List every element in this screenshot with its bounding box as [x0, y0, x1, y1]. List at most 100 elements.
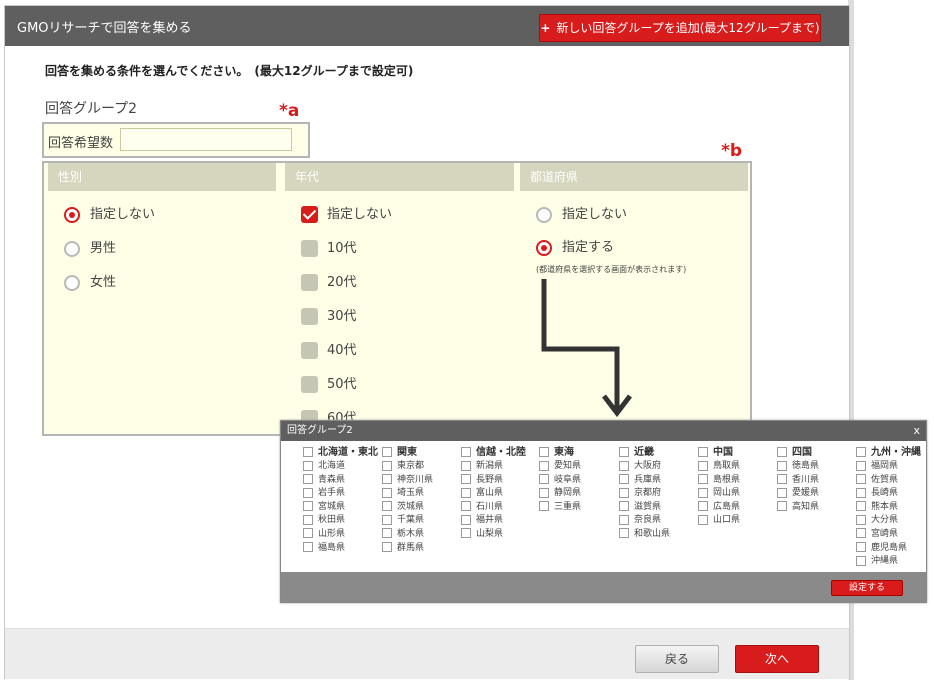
- region-header-checkbox[interactable]: 近畿: [619, 446, 670, 460]
- checkbox-icon: [698, 487, 708, 498]
- checkbox-icon: [303, 542, 313, 553]
- checkbox-icon: [303, 474, 313, 485]
- prefecture-checkbox[interactable]: 徳島県: [777, 460, 819, 474]
- prefecture-checkbox[interactable]: 佐賀県: [856, 474, 921, 488]
- prefecture-checkbox[interactable]: 茨城県: [382, 501, 433, 515]
- prefecture-checkbox[interactable]: 広島県: [698, 501, 740, 515]
- prefecture-checkbox[interactable]: 大分県: [856, 514, 921, 528]
- region-header-checkbox[interactable]: 関東: [382, 446, 433, 460]
- region-header-checkbox[interactable]: 九州・沖縄: [856, 446, 921, 460]
- checkbox-icon: [382, 528, 392, 539]
- checkbox-icon: [539, 447, 549, 457]
- checkbox-icon: [382, 474, 392, 485]
- prefecture-checkbox[interactable]: 東京都: [382, 460, 433, 474]
- checkbox-icon: [539, 487, 549, 498]
- prefecture-checkbox[interactable]: 埼玉県: [382, 487, 433, 501]
- prefecture-checkbox[interactable]: 岡山県: [698, 487, 740, 501]
- prefecture-checkbox[interactable]: 青森県: [303, 474, 378, 488]
- prefecture-checkbox[interactable]: 鳥取県: [698, 460, 740, 474]
- prefecture-checkbox[interactable]: 山形県: [303, 528, 378, 542]
- prefecture-checkbox[interactable]: 熊本県: [856, 501, 921, 515]
- checkbox-icon: [777, 460, 787, 471]
- prefecture-checkbox[interactable]: 長野県: [461, 474, 526, 488]
- prefecture-checkbox[interactable]: 三重県: [539, 501, 581, 515]
- checkbox-icon: [856, 447, 866, 457]
- prefecture-checkbox[interactable]: 岩手県: [303, 487, 378, 501]
- prefecture-checkbox[interactable]: 宮城県: [303, 501, 378, 515]
- region-header-checkbox[interactable]: 四国: [777, 446, 819, 460]
- prefecture-checkbox[interactable]: 福岡県: [856, 460, 921, 474]
- prefecture-checkbox[interactable]: 山梨県: [461, 528, 526, 542]
- prefecture-checkbox[interactable]: 北海道: [303, 460, 378, 474]
- checkbox-icon: [619, 501, 629, 512]
- prefecture-checkbox[interactable]: 山口県: [698, 514, 740, 528]
- prefecture-checkbox[interactable]: 沖縄県: [856, 555, 921, 569]
- popup-titlebar: 回答グループ2 x: [281, 421, 926, 441]
- prefecture-checkbox[interactable]: 島根県: [698, 474, 740, 488]
- checkbox-icon: [303, 514, 313, 525]
- prefecture-checkbox[interactable]: 福島県: [303, 542, 378, 556]
- prefecture-checkbox[interactable]: 富山県: [461, 487, 526, 501]
- prefecture-checkbox[interactable]: 宮崎県: [856, 528, 921, 542]
- checkbox-icon: [856, 514, 866, 525]
- region-column: 四国 徳島県 香川県 愛媛県 高知県: [777, 446, 819, 514]
- prefecture-checkbox[interactable]: 千葉県: [382, 514, 433, 528]
- checkbox-icon: [382, 514, 392, 525]
- prefecture-checkbox[interactable]: 神奈川県: [382, 474, 433, 488]
- checkbox-icon: [777, 474, 787, 485]
- checkbox-icon: [619, 460, 629, 471]
- checkbox-icon: [777, 501, 787, 512]
- prefecture-checkbox[interactable]: 新潟県: [461, 460, 526, 474]
- prefecture-checkbox[interactable]: 京都府: [619, 487, 670, 501]
- checkbox-icon: [382, 447, 392, 457]
- prefecture-checkbox[interactable]: 和歌山県: [619, 528, 670, 542]
- checkbox-icon: [777, 487, 787, 498]
- region-header-checkbox[interactable]: 信越・北陸: [461, 446, 526, 460]
- region-column: 九州・沖縄 福岡県 佐賀県 長崎県 熊本県 大分県 宮崎県 鹿児島県 沖縄県: [856, 446, 921, 569]
- checkbox-icon: [461, 447, 471, 457]
- checkbox-icon: [303, 447, 313, 457]
- prefecture-checkbox[interactable]: 岐阜県: [539, 474, 581, 488]
- close-icon[interactable]: x: [907, 421, 920, 441]
- checkbox-icon: [619, 528, 629, 539]
- prefecture-checkbox[interactable]: 栃木県: [382, 528, 433, 542]
- region-column: 信越・北陸 新潟県 長野県 富山県 石川県 福井県 山梨県: [461, 446, 526, 542]
- checkbox-icon: [303, 528, 313, 539]
- region-column: 近畿 大阪府 兵庫県 京都府 滋賀県 奈良県 和歌山県: [619, 446, 670, 542]
- checkbox-icon: [619, 514, 629, 525]
- prefecture-checkbox[interactable]: 静岡県: [539, 487, 581, 501]
- prefecture-checkbox[interactable]: 愛媛県: [777, 487, 819, 501]
- prefecture-checkbox[interactable]: 高知県: [777, 501, 819, 515]
- popup-submit-button[interactable]: 設定する: [831, 580, 903, 596]
- prefecture-checkbox[interactable]: 長崎県: [856, 487, 921, 501]
- checkbox-icon: [382, 487, 392, 498]
- prefecture-checkbox[interactable]: 石川県: [461, 501, 526, 515]
- checkbox-icon: [461, 528, 471, 539]
- prefecture-checkbox[interactable]: 兵庫県: [619, 474, 670, 488]
- checkbox-icon: [698, 460, 708, 471]
- checkbox-icon: [461, 514, 471, 525]
- checkbox-icon: [382, 460, 392, 471]
- checkbox-icon: [461, 501, 471, 512]
- prefecture-checkbox[interactable]: 大阪府: [619, 460, 670, 474]
- prefecture-checkbox[interactable]: 秋田県: [303, 514, 378, 528]
- checkbox-icon: [856, 555, 866, 566]
- prefecture-checkbox[interactable]: 群馬県: [382, 542, 433, 556]
- region-header-checkbox[interactable]: 中国: [698, 446, 740, 460]
- prefecture-checkbox[interactable]: 鹿児島県: [856, 542, 921, 556]
- region-column: 中国 鳥取県 島根県 岡山県 広島県 山口県: [698, 446, 740, 528]
- checkbox-icon: [619, 487, 629, 498]
- checkbox-icon: [303, 460, 313, 471]
- checkbox-icon: [698, 501, 708, 512]
- prefecture-checkbox[interactable]: 奈良県: [619, 514, 670, 528]
- prefecture-checkbox[interactable]: 福井県: [461, 514, 526, 528]
- prefecture-checkbox[interactable]: 愛知県: [539, 460, 581, 474]
- region-header-checkbox[interactable]: 北海道・東北: [303, 446, 378, 460]
- prefecture-checkbox[interactable]: 滋賀県: [619, 501, 670, 515]
- popup-footer: 設定する: [281, 572, 926, 602]
- checkbox-icon: [382, 501, 392, 512]
- prefecture-checkbox[interactable]: 香川県: [777, 474, 819, 488]
- prefecture-popup: 回答グループ2 x 北海道・東北 北海道 青森県 岩手県 宮城県 秋田県 山形県 福島県 関東東…: [280, 420, 927, 603]
- checkbox-icon: [698, 447, 708, 457]
- region-header-checkbox[interactable]: 東海: [539, 446, 581, 460]
